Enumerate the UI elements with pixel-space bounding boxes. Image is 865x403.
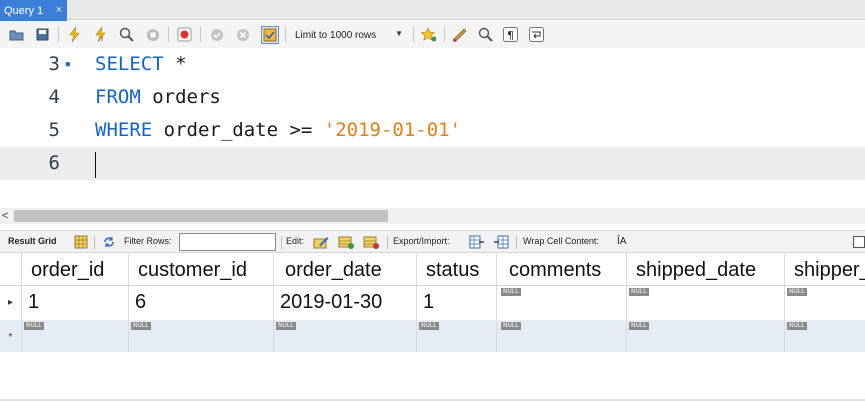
code-text: FROM orders xyxy=(95,86,221,108)
header-gutter xyxy=(0,254,22,285)
null-badge: NULL xyxy=(787,322,807,330)
new-row-indicator-icon: * xyxy=(0,320,22,352)
filter-rows-input[interactable] xyxy=(179,233,276,251)
null-badge: NULL xyxy=(419,322,439,330)
grid-view-icon[interactable] xyxy=(74,235,88,249)
tab-strip: Query 1 × xyxy=(0,0,865,21)
editor-line-current: 6 xyxy=(0,147,865,180)
statement-marker-icon: • xyxy=(63,55,73,74)
add-row-icon[interactable] xyxy=(338,235,354,249)
result-toolbar: Result Grid Filter Rows: Edit: Export/Im… xyxy=(0,230,865,253)
edit-row-icon[interactable] xyxy=(313,235,329,249)
limit-rows-select[interactable]: Limit to 1000 rows ▼ xyxy=(290,26,410,44)
null-badge: NULL xyxy=(276,322,296,330)
cell-shipped-date[interactable]: NULL xyxy=(627,286,785,320)
cell-shipper-id[interactable]: NULL xyxy=(785,286,865,320)
chevron-down-icon: ▼ xyxy=(395,29,403,38)
null-badge: NULL xyxy=(501,322,521,330)
save-icon[interactable] xyxy=(35,27,50,42)
editor-line: 4 FROM orders xyxy=(0,81,865,114)
wrap-cell-icon[interactable]: ĪA xyxy=(617,236,626,247)
new-cell[interactable]: NULL xyxy=(497,320,627,352)
edit-label: Edit: xyxy=(286,236,305,246)
null-badge: NULL xyxy=(501,288,521,296)
cell-order-id[interactable]: 1 xyxy=(22,286,129,320)
find-icon[interactable] xyxy=(478,27,493,42)
refresh-icon[interactable] xyxy=(102,235,116,249)
limit-rows-label: Limit to 1000 rows xyxy=(295,29,377,41)
editor-line: 5 WHERE order_date >= '2019-01-01' xyxy=(0,114,865,147)
new-cell[interactable]: NULL xyxy=(274,320,417,352)
wrap-icon[interactable] xyxy=(529,27,544,42)
beautify-icon[interactable] xyxy=(452,27,467,42)
column-header[interactable]: status xyxy=(417,254,497,285)
autocommit-icon[interactable] xyxy=(261,26,279,44)
row-indicator-icon: ▸ xyxy=(0,286,22,320)
filter-rows-label: Filter Rows: xyxy=(124,236,172,246)
toggle-error-icon[interactable] xyxy=(177,27,192,42)
code-text: WHERE order_date >= '2019-01-01' xyxy=(95,119,462,141)
commit-icon[interactable] xyxy=(209,27,224,42)
execute-icon[interactable] xyxy=(67,27,82,42)
scrollbar-thumb[interactable] xyxy=(14,210,388,222)
export-icon[interactable] xyxy=(469,235,484,249)
result-grid-label[interactable]: Result Grid xyxy=(8,236,57,246)
null-badge: NULL xyxy=(787,288,807,296)
null-badge: NULL xyxy=(24,322,44,330)
scroll-left-icon[interactable]: < xyxy=(2,208,8,224)
cell-customer-id[interactable]: 6 xyxy=(129,286,274,320)
delete-row-icon[interactable] xyxy=(363,235,379,249)
bottom-divider xyxy=(0,399,865,401)
column-header[interactable]: customer_id xyxy=(129,254,274,285)
panel-toggle-icon[interactable] xyxy=(853,236,865,248)
sql-editor[interactable]: 3 • SELECT * 4 FROM orders 5 WHERE order… xyxy=(0,48,865,208)
horizontal-scrollbar[interactable]: < xyxy=(0,208,865,224)
column-header[interactable]: shipped_date xyxy=(627,254,785,285)
null-badge: NULL xyxy=(131,322,151,330)
query-toolbar: I Limit to 1000 rows ▼ ¶ xyxy=(0,21,865,48)
svg-text:¶: ¶ xyxy=(507,29,514,42)
line-number: 3 xyxy=(48,53,60,75)
line-number: 4 xyxy=(48,86,60,108)
invisible-chars-icon[interactable]: ¶ xyxy=(503,27,518,42)
table-row[interactable]: ▸ 1 6 2019-01-30 1 NULL NULL NULL xyxy=(0,286,865,320)
new-cell[interactable]: NULL xyxy=(22,320,129,352)
null-badge: NULL xyxy=(629,322,649,330)
editor-line: 3 • SELECT * xyxy=(0,48,865,81)
text-caret xyxy=(95,152,96,178)
cell-comments[interactable]: NULL xyxy=(497,286,627,320)
cell-status[interactable]: 1 xyxy=(417,286,497,320)
line-number: 6 xyxy=(48,152,60,174)
column-header[interactable]: shipper_id xyxy=(785,254,865,285)
new-cell[interactable]: NULL xyxy=(785,320,865,352)
svg-text:I: I xyxy=(101,36,103,42)
rollback-icon[interactable] xyxy=(235,27,250,42)
null-badge: NULL xyxy=(629,288,649,296)
bookmark-icon[interactable] xyxy=(421,27,436,42)
column-header[interactable]: order_date xyxy=(274,254,417,285)
tab-title: Query 1 xyxy=(4,4,44,17)
cell-order-date[interactable]: 2019-01-30 xyxy=(274,286,417,320)
export-import-label: Export/Import: xyxy=(393,236,450,246)
new-cell[interactable]: NULL xyxy=(417,320,497,352)
column-header[interactable]: comments xyxy=(497,254,627,285)
tab-query-1[interactable]: Query 1 × xyxy=(0,0,67,21)
grid-header-row: order_id customer_id order_date status c… xyxy=(0,254,865,286)
new-cell[interactable]: NULL xyxy=(627,320,785,352)
stop-icon[interactable] xyxy=(145,27,160,42)
result-grid: order_id customer_id order_date status c… xyxy=(0,254,865,352)
code-text: SELECT * xyxy=(95,53,187,75)
wrap-cell-label: Wrap Cell Content: xyxy=(523,236,599,246)
column-header[interactable]: order_id xyxy=(22,254,129,285)
new-row[interactable]: * NULL NULL NULL NULL NULL NULL NULL xyxy=(0,320,865,352)
explain-icon[interactable] xyxy=(119,27,134,42)
import-icon[interactable] xyxy=(494,235,509,249)
line-number: 5 xyxy=(48,119,60,141)
execute-current-icon[interactable]: I xyxy=(93,27,108,42)
open-folder-icon[interactable] xyxy=(9,27,24,42)
close-icon[interactable]: × xyxy=(53,4,65,16)
new-cell[interactable]: NULL xyxy=(129,320,274,352)
